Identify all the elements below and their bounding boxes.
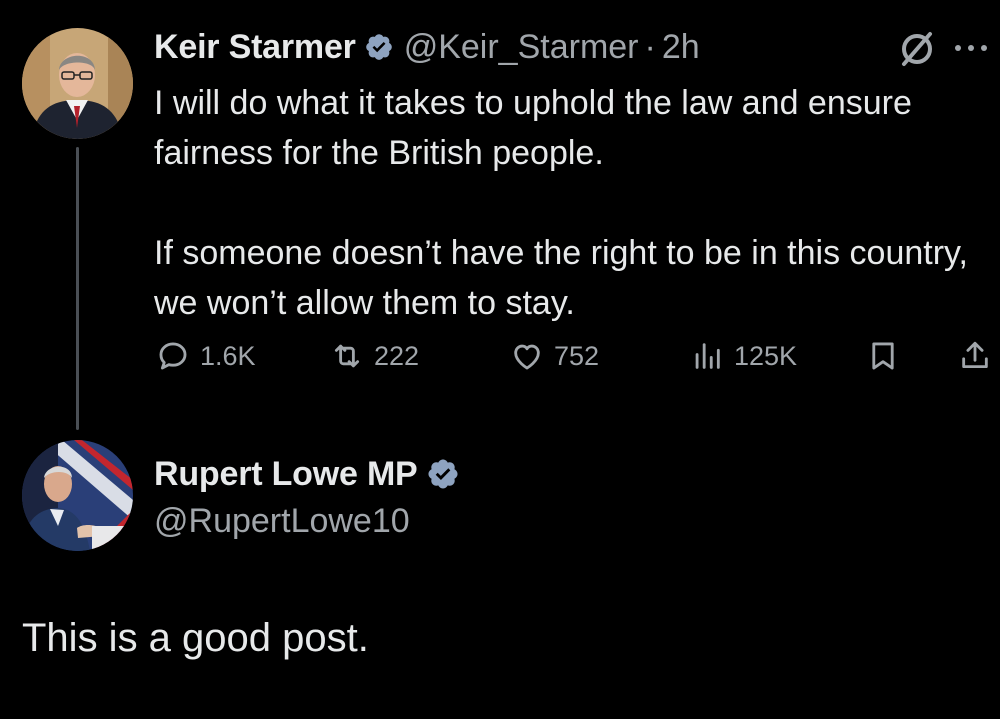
share-button[interactable] [958,335,992,377]
repost-count: 222 [374,340,420,371]
tweet-text: I will do what it takes to uphold the la… [154,78,974,328]
author-display-name[interactable]: Keir Starmer [154,28,356,67]
verified-badge-icon [364,32,394,62]
share-icon [962,341,988,369]
avatar-rupert-lowe[interactable] [22,440,133,551]
tweet-paragraph: I will do what it takes to uphold the la… [154,84,912,172]
views-icon [695,343,720,369]
profile-display-name[interactable]: Rupert Lowe MP [154,455,418,494]
repost-button[interactable]: 222 [330,335,419,377]
header-separator: · [644,27,656,66]
tweet-paragraph: If someone doesn’t have the right to be … [154,234,968,322]
avatar-image [22,440,133,551]
more-options-icon[interactable] [949,30,993,66]
tweet-header: Keir Starmer @Keir_Starmer · 2h [154,24,700,70]
avatar-keir-starmer[interactable] [22,28,133,139]
thread-connector-line [76,147,79,430]
profile-name-row: Rupert Lowe MP [154,451,460,497]
views-button[interactable]: 125K [690,335,797,377]
bookmark-icon [872,342,894,370]
profile-handle[interactable]: @RupertLowe10 [154,502,410,541]
author-handle[interactable]: @Keir_Starmer [404,28,639,67]
heart-icon [514,344,540,370]
like-count: 752 [554,340,600,371]
like-button[interactable]: 752 [510,335,599,377]
reply-button[interactable]: 1.6K [156,335,256,377]
repost-icon [334,344,360,368]
reply-icon [159,342,187,370]
grok-icon[interactable] [896,28,938,70]
avatar-image [22,28,133,139]
verified-badge-icon [426,457,460,491]
post-text: This is a good post. [22,616,369,660]
post-time[interactable]: 2h [662,28,700,67]
views-count: 125K [734,340,798,371]
bookmark-button[interactable] [866,335,900,377]
reply-count: 1.6K [200,340,256,371]
